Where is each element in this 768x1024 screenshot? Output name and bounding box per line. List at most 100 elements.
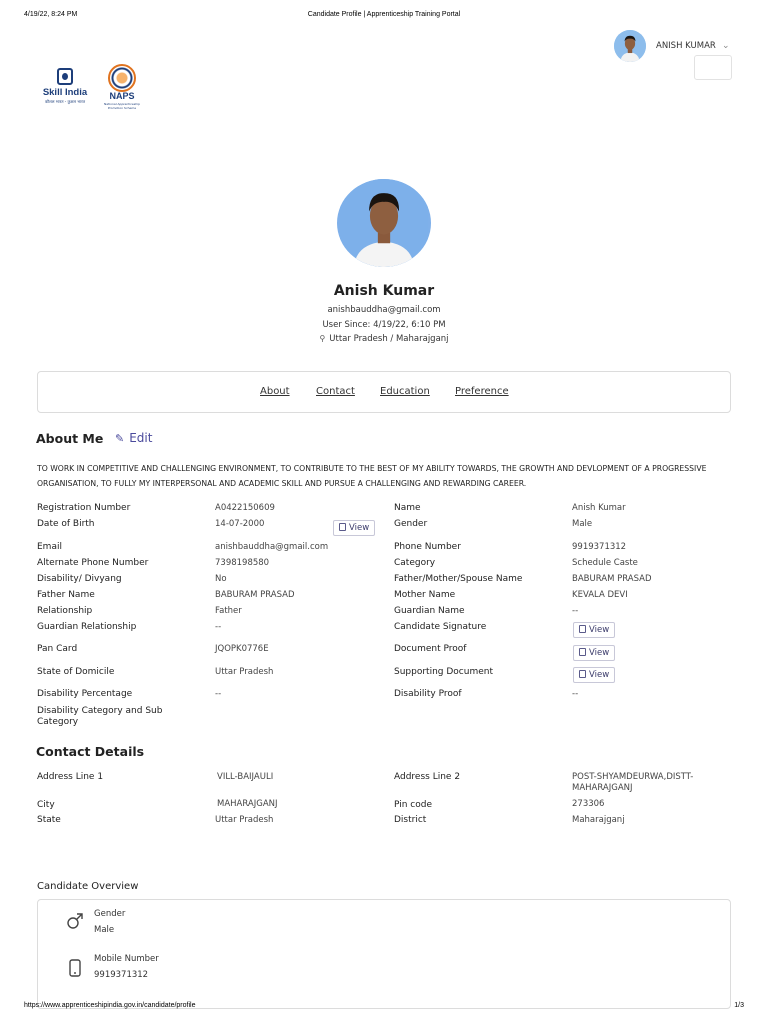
field-label: Candidate Signature [394,622,487,632]
map-pin-icon: ⚲ [319,334,326,343]
print-page-title: Candidate Profile | Apprenticeship Train… [307,11,461,18]
edit-icon: ✎ [115,432,125,445]
supporting-document-view-button[interactable]: View [573,667,616,683]
field-value: -- [572,606,579,616]
field-label: Category [394,558,436,568]
field-value: 7398198580 [215,558,270,568]
overview-mobile-value: 9919371312 [94,970,149,980]
naps-logo-text: NAPS [109,91,135,101]
field-value: Uttar Pradesh [215,815,274,825]
tab-about[interactable]: About [260,386,290,397]
field-label: Address Line 1 [37,772,104,782]
profile-avatar-icon [340,179,428,267]
tab-preference[interactable]: Preference [455,386,509,397]
overview-mobile-label: Mobile Number [94,954,159,964]
view-label: View [589,670,610,680]
view-label: View [589,625,610,635]
profile-name: Anish Kumar [333,283,435,299]
profile-location: ⚲ Uttar Pradesh / Maharajganj [0,334,768,344]
document-icon [579,648,586,656]
field-label: State [37,815,61,825]
field-value: 273306 [572,799,605,809]
field-value: -- [215,622,222,632]
user-name: ANISH KUMAR [656,41,716,51]
field-label: Father Name [37,590,95,600]
naps-tagline: National Apprenticeship Promotion Scheme [104,102,140,110]
field-value: Male [572,519,593,529]
field-label: City [37,800,55,810]
field-label: Email [37,542,62,552]
overview-gender-label: Gender [94,909,126,919]
profile-photo [337,179,431,267]
field-value: VILL-BAIJAULI [217,772,274,782]
field-value: -- [572,689,579,699]
field-value: 9919371312 [572,542,627,552]
field-label: Father/Mother/Spouse Name [394,574,523,584]
field-label: State of Domicile [37,667,115,677]
tab-contact[interactable]: Contact [316,386,355,397]
field-value: MAHARAJGANJ [217,799,278,809]
field-label: Document Proof [394,644,467,654]
tab-education[interactable]: Education [380,386,430,397]
field-label: Disability Percentage [37,689,133,699]
field-value: Schedule Caste [572,558,638,568]
field-label: Pin code [394,800,432,810]
field-value: KEVALA DEVI [572,590,628,600]
field-label: Disability Proof [394,689,462,699]
view-label: View [589,648,610,658]
mobile-phone-icon [69,959,81,977]
field-value: 14-07-2000 [215,519,265,529]
skill-india-logo-text: Skill India [42,87,88,98]
document-icon [579,625,586,633]
skill-india-logo[interactable]: Skill India कौशल भारत - कुशल भारत [40,68,90,108]
field-label: Gender [394,519,428,529]
document-icon [579,670,586,678]
profile-user-since: User Since: 4/19/22, 6:10 PM [322,320,446,330]
field-value: POST-SHYAMDEURWA,DISTT-MAHARAJGANJ [572,772,694,793]
field-label: Guardian Name [394,606,465,616]
contact-details-title: Contact Details [36,744,145,759]
chevron-down-icon[interactable]: ⌄ [722,41,732,51]
field-value: anishbauddha@gmail.com [215,542,329,552]
edit-label: Edit [129,431,153,445]
field-label: Relationship [37,606,93,616]
print-page-number: 1/3 [734,1002,744,1009]
field-label: Registration Number [37,503,131,513]
overview-gender-value: Male [94,925,115,935]
field-label: Pan Card [37,644,78,654]
field-value: -- [215,689,222,699]
field-value: BABURAM PRASAD [572,574,652,584]
profile-location-text: Uttar Pradesh / Maharajganj [329,334,449,344]
field-label: Disability Category and Sub Category [37,706,163,727]
field-label: Supporting Document [394,667,493,677]
field-value: Maharajganj [572,815,625,825]
male-gender-icon [67,913,83,929]
field-label: Mother Name [394,590,456,600]
signature-view-button[interactable]: View [573,622,616,638]
field-value: Uttar Pradesh [215,667,274,677]
profile-tabs: About Contact Education Preference [37,371,731,413]
print-url: https://www.apprenticeshipindia.gov.in/c… [24,1002,196,1009]
candidate-overview-card: Gender Male Mobile Number 9919371312 [37,899,731,1009]
print-header: 4/19/22, 8:24 PM Candidate Profile | App… [0,11,768,23]
field-label: Date of Birth [37,519,95,529]
candidate-overview-title: Candidate Overview [37,881,139,892]
profile-email: anishbauddha@gmail.com [327,305,441,315]
field-value: JQOPK0776E [215,644,269,654]
field-value: A0422150609 [215,503,275,513]
field-label: District [394,815,427,825]
field-value: Anish Kumar [572,503,626,513]
field-label: Alternate Phone Number [37,558,149,568]
field-label: Address Line 2 [394,772,461,782]
naps-emblem-icon [108,64,136,92]
field-value: BABURAM PRASAD [215,590,295,600]
field-value: No [215,574,227,584]
header-menu-button[interactable] [694,55,732,80]
about-me-title: About Me [36,431,104,446]
edit-button[interactable]: ✎ Edit [115,431,152,445]
naps-logo[interactable]: NAPS National Apprenticeship Promotion S… [104,64,140,110]
avatar [614,30,646,62]
document-proof-view-button[interactable]: View [573,645,616,661]
field-value: Father [215,606,242,616]
dob-view-button[interactable]: View [333,520,376,536]
